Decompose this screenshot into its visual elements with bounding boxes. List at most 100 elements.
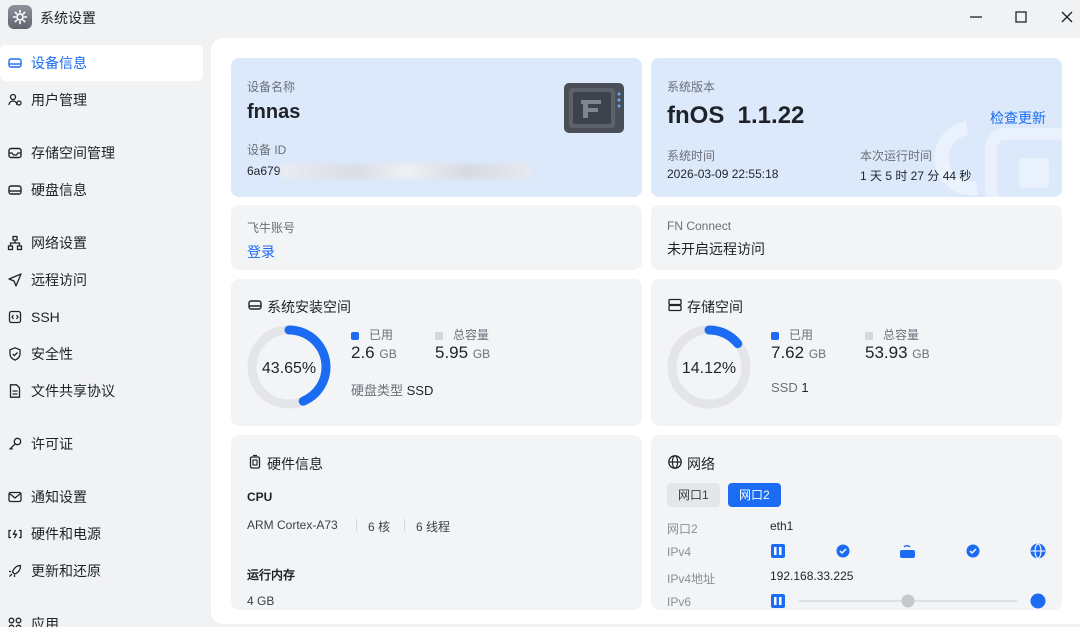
- device-card: 设备名称 fnnas 设备 ID 6a679: [231, 58, 642, 197]
- disk-icon: [247, 297, 263, 318]
- system-version-card: 系统版本 fnOS 1.1.22 检查更新 系统时间 2026-03-09 22…: [651, 58, 1062, 197]
- rocket-icon: [7, 563, 23, 579]
- sidebar-item-notifications[interactable]: 通知设置: [0, 479, 203, 515]
- sidebar-item-users[interactable]: 用户管理: [0, 82, 203, 118]
- storage-percent: 14.12%: [681, 360, 737, 377]
- sidebar-item-remote-access[interactable]: 远程访问: [0, 262, 203, 298]
- uptime-label: 本次运行时间: [860, 149, 933, 163]
- cpu-threads: 6 线程: [416, 520, 451, 534]
- total-legend-dot: [865, 331, 873, 340]
- used-legend-dot: [771, 331, 779, 340]
- sidebar-item-apps[interactable]: 应用: [0, 606, 203, 627]
- total-legend-dot: [435, 331, 443, 340]
- hardware-icon: [247, 454, 263, 475]
- minimize-button[interactable]: [962, 4, 990, 30]
- window-title: 系统设置: [40, 10, 96, 26]
- tab-port-2[interactable]: 网口2: [728, 483, 781, 507]
- maximize-button[interactable]: [1007, 4, 1035, 30]
- check-update-link[interactable]: 检查更新: [990, 108, 1046, 128]
- sidebar-item-label: 文件共享协议: [31, 383, 115, 399]
- main-panel: 设备名称 fnnas 设备 ID 6a679 系统版本 fnOS 1.1.22 …: [211, 38, 1080, 624]
- nas-node-icon: [771, 544, 785, 558]
- device-icon: [7, 55, 23, 71]
- sidebar-item-label: 存储空间管理: [31, 145, 115, 161]
- close-button[interactable]: [1053, 4, 1080, 30]
- system-space-title: 系统安装空间: [267, 299, 351, 315]
- key-icon: [7, 436, 23, 452]
- ssd-count: SSD 1: [771, 380, 809, 395]
- sidebar-item-storage[interactable]: 存储空间管理: [0, 135, 203, 171]
- ram-value: 4 GB: [247, 594, 275, 608]
- maximize-icon: [1015, 11, 1027, 23]
- sidebar-item-label: 通知设置: [31, 489, 87, 505]
- close-icon: [1061, 11, 1073, 23]
- tab-port-1[interactable]: 网口1: [667, 483, 720, 507]
- used-legend: 已用: [351, 326, 393, 343]
- nas-device-icon: [563, 82, 625, 139]
- ssh-icon: [7, 309, 23, 325]
- system-space-card: 系统安装空间 43.65% 已用 总容量 2.6 GB 5.95 GB 硬盘类型…: [231, 279, 642, 426]
- cpu-model: ARM Cortex-A73: [247, 518, 338, 532]
- disk-type: 硬盘类型 SSD: [351, 383, 434, 398]
- storage-total: 53.93 GB: [865, 343, 930, 362]
- storage-used: 7.62 GB: [771, 343, 827, 362]
- file-icon: [7, 383, 23, 399]
- sidebar-item-disk[interactable]: 硬盘信息: [0, 172, 203, 208]
- sidebar-item-label: 设备信息: [31, 55, 87, 71]
- account-card: 飞牛账号 登录: [231, 205, 642, 270]
- account-label: 飞牛账号: [247, 221, 296, 235]
- used-legend: 已用: [771, 326, 813, 343]
- globe-icon: [1030, 593, 1046, 609]
- shield-icon: [7, 346, 23, 362]
- sidebar-item-network[interactable]: 网络设置: [0, 225, 203, 261]
- sidebar-item-label: 用户管理: [31, 92, 87, 108]
- login-link[interactable]: 登录: [247, 242, 275, 262]
- sidebar-item-license[interactable]: 许可证: [0, 426, 203, 462]
- total-legend: 总容量: [435, 326, 489, 343]
- nas-node-icon: [771, 594, 785, 608]
- sidebar-item-label: 更新和还原: [31, 563, 101, 579]
- ipv6-label: IPv6: [667, 595, 692, 609]
- network-card: 网络 网口1 网口2 网口2 eth1 IPv4 IPv4地址 192.168.…: [651, 435, 1062, 610]
- ipv6-topology: [771, 593, 1046, 609]
- uptime: 1 天 5 时 27 分 44 秒: [860, 169, 972, 183]
- ipv4-address: 192.168.33.225: [770, 569, 854, 583]
- sidebar-item-label: 远程访问: [31, 272, 87, 288]
- users-icon: [7, 92, 23, 108]
- sidebar-item-label: 网络设置: [31, 235, 87, 251]
- send-icon: [7, 272, 23, 288]
- settings-app-icon: [8, 5, 32, 29]
- sidebar-item-hardware-power[interactable]: 硬件和电源: [0, 516, 203, 552]
- status-dot-icon: [901, 594, 915, 608]
- sidebar-item-ssh[interactable]: SSH: [0, 299, 203, 335]
- globe-icon: [667, 454, 683, 475]
- sidebar-item-label: 应用: [31, 616, 59, 627]
- system-time-label: 系统时间: [667, 149, 716, 163]
- storage-space-card: 存储空间 14.12% 已用 总容量 7.62 GB 53.93 GB SSD …: [651, 279, 1062, 426]
- system-version: fnOS 1.1.22: [667, 102, 805, 129]
- sidebar-item-update-restore[interactable]: 更新和还原: [0, 553, 203, 589]
- minimize-icon: [970, 16, 982, 18]
- sidebar-item-label: 安全性: [31, 346, 73, 362]
- cpu-label: CPU: [247, 490, 273, 504]
- sidebar-item-device-info[interactable]: 设备信息: [0, 45, 203, 81]
- sidebar-item-label: 硬盘信息: [31, 182, 87, 198]
- port-value: eth1: [770, 519, 794, 533]
- fn-connect-card: FN Connect 未开启远程访问: [651, 205, 1062, 270]
- fn-connect-status: 未开启远程访问: [667, 241, 765, 257]
- port-label: 网口2: [667, 522, 698, 536]
- hardware-title: 硬件信息: [267, 456, 323, 472]
- system-space-percent: 43.65%: [261, 360, 317, 377]
- device-name: fnnas: [247, 101, 301, 123]
- router-icon: [900, 550, 915, 558]
- ipv4-topology: [771, 543, 1046, 559]
- sidebar-item-file-sharing[interactable]: 文件共享协议: [0, 373, 203, 409]
- storage-stack-icon: [667, 297, 683, 318]
- hardware-card: 硬件信息 CPU ARM Cortex-A73 6 核 6 线程 运行内存 4 …: [231, 435, 642, 610]
- sidebar-item-security[interactable]: 安全性: [0, 336, 203, 372]
- fn-connect-label: FN Connect: [667, 219, 732, 233]
- power-icon: [7, 526, 23, 542]
- divider: [404, 519, 405, 531]
- disk-icon: [7, 182, 23, 198]
- total-legend: 总容量: [865, 326, 919, 343]
